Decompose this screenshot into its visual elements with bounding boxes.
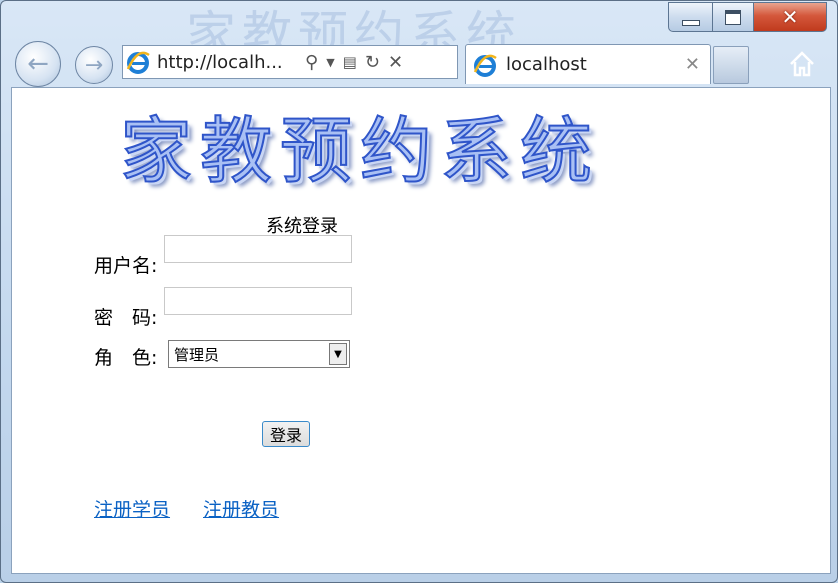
password-label: 密 码: — [94, 307, 158, 329]
forward-arrow-icon: → — [84, 52, 104, 78]
tab-close-icon[interactable]: ✕ — [685, 54, 700, 75]
ie-logo-icon — [470, 50, 500, 80]
maximize-button[interactable] — [713, 2, 754, 32]
role-select[interactable]: 管理员 ▼ — [168, 340, 350, 368]
system-banner: 家教预约系统 — [119, 108, 601, 194]
home-button[interactable] — [784, 46, 820, 82]
refresh-icon[interactable]: ↻ — [365, 52, 380, 73]
back-button[interactable]: ← — [15, 41, 61, 87]
address-url[interactable]: http://localh... — [157, 52, 297, 73]
window-controls: ✕ — [668, 2, 827, 32]
dropdown-icon[interactable]: ▼ — [326, 56, 334, 69]
close-window-button[interactable]: ✕ — [754, 2, 827, 32]
register-student-link[interactable]: 注册学员 — [94, 495, 170, 522]
role-label: 角 色: — [94, 347, 158, 369]
browser-window: 家教预约系统 ✕ ← → http://localh... ⚲ ▼ ▤ ↻ ✕ — [0, 0, 838, 583]
search-icon[interactable]: ⚲ — [305, 52, 318, 73]
maximize-icon — [725, 9, 741, 25]
minimize-icon — [681, 20, 700, 26]
role-selected-value: 管理员 — [174, 345, 220, 364]
register-teacher-link[interactable]: 注册教员 — [203, 495, 279, 522]
forward-button[interactable]: → — [75, 46, 113, 84]
home-icon — [790, 51, 814, 77]
ie-logo-icon — [123, 47, 153, 77]
username-input[interactable] — [164, 235, 352, 263]
page-viewport: 家教预约系统 系统登录 用户名: 密 码: 角 色: 管理员 ▼ 登录 注册学员… — [11, 87, 831, 574]
stop-icon[interactable]: ✕ — [388, 52, 403, 73]
minimize-button[interactable] — [668, 2, 713, 32]
back-arrow-icon: ← — [27, 49, 49, 79]
compatibility-icon[interactable]: ▤ — [343, 53, 357, 71]
password-input[interactable] — [164, 287, 352, 315]
username-label: 用户名: — [94, 255, 158, 277]
close-icon: ✕ — [781, 5, 799, 29]
tab-title: localhost — [506, 54, 587, 75]
login-button[interactable]: 登录 — [262, 421, 310, 447]
chevron-down-icon[interactable]: ▼ — [329, 343, 347, 365]
tab-localhost[interactable]: localhost ✕ — [465, 44, 711, 84]
address-bar[interactable]: http://localh... ⚲ ▼ ▤ ↻ ✕ — [122, 45, 458, 79]
new-tab-button[interactable] — [713, 46, 749, 84]
